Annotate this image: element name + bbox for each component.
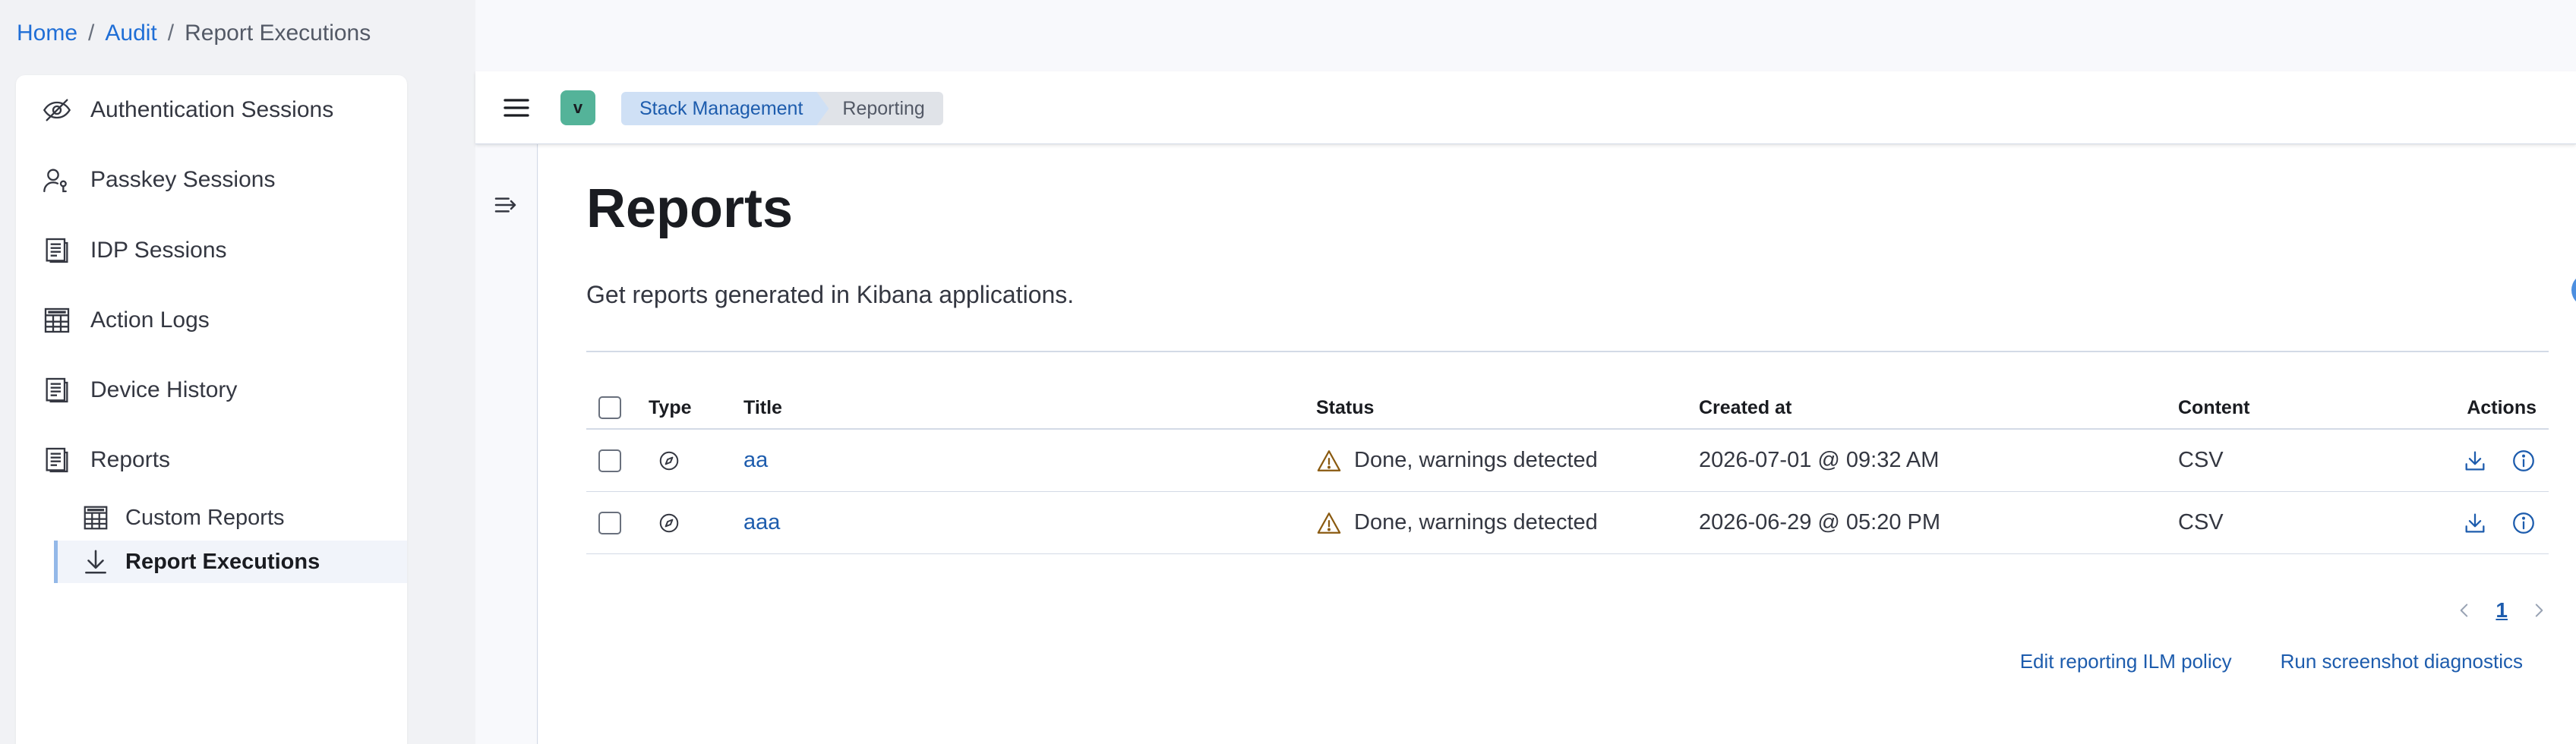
sidebar-item-device-history[interactable]: Device History — [16, 367, 407, 413]
divider — [586, 351, 2549, 352]
column-header-title[interactable]: Title — [743, 387, 782, 428]
select-all-checkbox[interactable] — [598, 396, 621, 419]
sidebar-item-label: Authentication Sessions — [90, 97, 334, 122]
table-header-row: Type Title Status Created at Content Act… — [586, 387, 2549, 430]
sidebar-item-label: IDP Sessions — [90, 238, 227, 263]
document-list-icon — [46, 447, 68, 473]
document-list-icon — [46, 238, 68, 263]
column-header-actions: Actions — [2467, 396, 2537, 418]
space-avatar[interactable]: v — [560, 90, 595, 125]
hamburger-menu-icon[interactable] — [501, 93, 532, 123]
page-number-button[interactable]: 1 — [2496, 598, 2508, 623]
run-screenshot-diagnostics-link[interactable]: Run screenshot diagnostics — [2281, 650, 2523, 673]
table-row: aaa Done, warnings detected 2026-06-29 @… — [586, 492, 2549, 554]
breadcrumb-home[interactable]: Home — [17, 20, 77, 46]
sidebar-item-label: Action Logs — [90, 307, 210, 333]
main-content: Reports Get reports generated in Kibana … — [538, 144, 2576, 744]
sidebar-item-label: Custom Reports — [125, 505, 285, 530]
table-row: aa Done, warnings detected 2026-07-01 @ … — [586, 430, 2549, 492]
table-icon — [84, 506, 108, 530]
download-icon[interactable] — [2462, 510, 2488, 536]
header-crumb-reporting: Reporting — [816, 92, 943, 125]
sidebar-item-reports[interactable]: Reports — [16, 437, 407, 483]
row-actions — [2462, 492, 2537, 553]
left-pane: Home / Audit / Report Executions Authenticat… — [0, 0, 475, 744]
sidebar-item-label: Report Executions — [125, 549, 320, 574]
warning-icon — [1317, 449, 1341, 471]
user-key-icon — [43, 169, 67, 193]
sidebar-item-label: Reports — [90, 447, 171, 472]
sidebar-subitem-custom-reports[interactable]: Custom Reports — [54, 497, 407, 539]
download-icon[interactable] — [2462, 448, 2488, 474]
sidebar-item-label: Passkey Sessions — [90, 167, 276, 192]
report-title-link[interactable]: aa — [743, 448, 768, 473]
status-text: Done, warnings detected — [1354, 448, 1598, 472]
page-title: Reports — [586, 178, 794, 239]
side-nav-gutter — [475, 144, 538, 744]
column-header-content[interactable]: Content — [2178, 387, 2249, 428]
table-icon — [44, 307, 70, 333]
chevron-left-icon[interactable] — [2454, 599, 2474, 622]
info-icon[interactable] — [2511, 510, 2537, 536]
expand-nav-icon[interactable] — [492, 190, 522, 220]
breadcrumb-current: Report Executions — [185, 20, 371, 46]
breadcrumb-separator: / — [167, 20, 175, 46]
column-header-type[interactable]: Type — [649, 387, 692, 428]
download-icon — [85, 550, 106, 574]
row-checkbox[interactable] — [598, 511, 621, 534]
page-description: Get reports generated in Kibana applicat… — [586, 281, 1075, 308]
document-list-icon — [46, 377, 68, 403]
row-checkbox[interactable] — [598, 449, 621, 472]
sidebar-subitem-report-executions[interactable]: Report Executions — [54, 541, 407, 583]
content-type: CSV — [2178, 510, 2224, 534]
sidebar-item-authentication-sessions[interactable]: Authentication Sessions — [16, 87, 407, 133]
created-at: 2026-07-01 @ 09:32 AM — [1699, 448, 1940, 472]
breadcrumb: Home / Audit / Report Executions — [17, 18, 371, 49]
sidebar: Authentication Sessions Passkey Sessions… — [16, 75, 407, 744]
sidebar-item-passkey-sessions[interactable]: Passkey Sessions — [16, 157, 407, 203]
info-icon[interactable] — [2511, 448, 2537, 474]
breadcrumb-audit[interactable]: Audit — [105, 20, 156, 46]
header-crumb-stack-management[interactable]: Stack Management — [621, 92, 829, 125]
pagination: 1 — [2454, 595, 2549, 626]
status-text: Done, warnings detected — [1354, 510, 1598, 534]
footer-links: Edit reporting ILM policy Run screenshot… — [2020, 650, 2523, 673]
eye-closed-icon — [43, 99, 71, 121]
chevron-right-icon[interactable] — [2529, 599, 2549, 622]
header-breadcrumbs: Stack Management Reporting — [621, 92, 943, 125]
column-header-created-at[interactable]: Created at — [1699, 387, 1792, 428]
edit-ilm-policy-link[interactable]: Edit reporting ILM policy — [2020, 650, 2232, 673]
sidebar-item-label: Device History — [90, 377, 238, 402]
breadcrumb-separator: / — [88, 20, 95, 46]
content-type: CSV — [2178, 448, 2224, 472]
report-title-link[interactable]: aaa — [743, 510, 780, 535]
report-status: Done, warnings detected — [1316, 430, 1598, 491]
top-header: v Stack Management Reporting — [475, 71, 2576, 144]
discover-compass-icon — [659, 513, 679, 532]
sidebar-item-idp-sessions[interactable]: IDP Sessions — [16, 228, 407, 273]
sidebar-item-action-logs[interactable]: Action Logs — [16, 298, 407, 343]
report-status: Done, warnings detected — [1316, 492, 1598, 553]
right-pane: v Stack Management Reporting Reports Get… — [475, 0, 2576, 744]
discover-compass-icon — [659, 451, 679, 470]
row-actions — [2462, 430, 2537, 491]
created-at: 2026-06-29 @ 05:20 PM — [1699, 510, 1941, 534]
column-header-status[interactable]: Status — [1316, 387, 1374, 428]
warning-icon — [1317, 512, 1341, 534]
